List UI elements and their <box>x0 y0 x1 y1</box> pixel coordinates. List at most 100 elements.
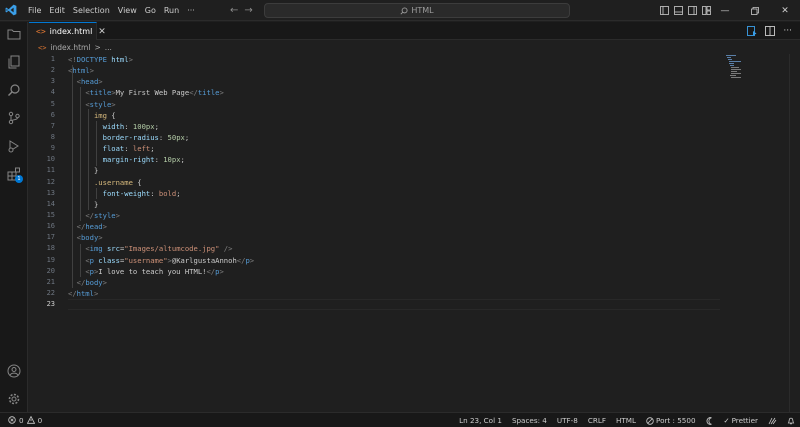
accounts-button[interactable] <box>0 359 28 383</box>
restore-icon <box>751 6 759 15</box>
back-arrow-icon[interactable]: ← <box>230 5 238 16</box>
breadcrumb-more[interactable]: ... <box>105 43 112 52</box>
code-line[interactable]: <head> <box>68 76 254 87</box>
navigation-arrows: ← → <box>230 0 253 21</box>
code-editor[interactable]: 1 2 3 4 5 6 7 8 9 10 11 12 13 14 15 16 1… <box>29 54 800 412</box>
account-icon <box>7 364 21 378</box>
menu-selection[interactable]: Selection <box>69 0 114 21</box>
line-number: 18 <box>46 244 55 253</box>
minimap[interactable] <box>726 54 756 84</box>
line-number: 19 <box>46 255 55 264</box>
problems-indicator[interactable]: 0 0 <box>0 416 42 425</box>
code-line[interactable]: } <box>68 165 254 176</box>
minimize-button[interactable]: — <box>710 0 740 21</box>
close-window-button[interactable]: ✕ <box>770 0 800 21</box>
notifications-button[interactable] <box>782 417 800 425</box>
code-line[interactable]: <body> <box>68 232 254 243</box>
activity-bar: 1 <box>0 22 28 412</box>
menu-more[interactable]: ··· <box>183 0 199 21</box>
code-line[interactable]: </style> <box>68 210 254 221</box>
code-line[interactable]: <p class="username">@KarlgustaAnnoh</p> <box>68 255 254 266</box>
feedback-button[interactable] <box>763 417 782 425</box>
prettier-status[interactable]: ✓ Prettier <box>719 416 763 425</box>
code-line[interactable]: <title>My First Web Page</title> <box>68 87 254 98</box>
more-actions-icon[interactable]: ··· <box>783 26 792 36</box>
search-view-button[interactable] <box>0 78 28 102</box>
explorer-button[interactable] <box>0 22 28 46</box>
indentation[interactable]: Spaces: 4 <box>507 416 552 425</box>
run-debug-button[interactable] <box>0 134 28 158</box>
code-content[interactable]: <!DOCTYPE html> <html> <head> <title>My F… <box>68 54 254 310</box>
toggle-primary-sidebar-icon[interactable] <box>660 6 669 15</box>
code-line[interactable]: .username { <box>68 177 254 188</box>
copy-explorer-button[interactable] <box>0 50 28 74</box>
port-icon <box>646 416 654 425</box>
menu-bar: File Edit Selection View Go Run ··· <box>24 0 199 21</box>
cursor-position[interactable]: Ln 23, Col 1 <box>454 416 507 425</box>
code-line[interactable]: font-weight: bold; <box>68 188 254 199</box>
close-icon[interactable]: ✕ <box>98 27 106 37</box>
code-line[interactable] <box>68 299 254 310</box>
line-number: 12 <box>46 177 55 186</box>
copilot-status[interactable] <box>701 416 719 425</box>
breadcrumb: <> index.html > ... <box>38 42 112 53</box>
code-line[interactable]: width: 100px; <box>68 121 254 132</box>
status-bar: 0 0 Ln 23, Col 1 Spaces: 4 UTF-8 CRLF HT… <box>0 412 800 427</box>
error-icon <box>8 416 16 424</box>
code-line[interactable]: img { <box>68 110 254 121</box>
source-control-button[interactable] <box>0 106 28 130</box>
line-number: 13 <box>46 188 55 197</box>
live-server-port[interactable]: Port : 5500 <box>641 416 701 425</box>
code-line[interactable]: <p>I love to teach you HTML!</p> <box>68 266 254 277</box>
end-of-line[interactable]: CRLF <box>583 416 611 425</box>
menu-file[interactable]: File <box>24 0 45 21</box>
code-line[interactable]: margin-right: 10px; <box>68 154 254 165</box>
run-debug-icon <box>8 140 19 153</box>
menu-run[interactable]: Run <box>160 0 183 21</box>
forward-arrow-icon[interactable]: → <box>244 5 252 16</box>
code-line[interactable]: <!DOCTYPE html> <box>68 54 254 65</box>
preview-icon[interactable] <box>747 26 757 36</box>
code-line[interactable]: <img src="Images/altumcode.jpg" /> <box>68 243 254 254</box>
vertical-scrollbar[interactable] <box>789 54 790 412</box>
toggle-secondary-sidebar-icon[interactable] <box>688 6 697 15</box>
layout-controls <box>660 0 711 21</box>
error-count: 0 <box>19 415 24 425</box>
menu-go[interactable]: Go <box>141 0 160 21</box>
breadcrumb-file[interactable]: index.html <box>50 43 90 52</box>
prettier-label: Prettier <box>731 416 758 425</box>
command-center-search[interactable]: HTML <box>264 3 570 18</box>
language-mode[interactable]: HTML <box>611 416 641 425</box>
code-line[interactable]: } <box>68 199 254 210</box>
code-line[interactable]: </head> <box>68 221 254 232</box>
warning-icon <box>26 416 35 424</box>
extensions-button[interactable]: 1 <box>0 162 28 186</box>
line-number: 22 <box>46 288 55 297</box>
files-icon <box>7 29 21 40</box>
split-editor-icon[interactable] <box>765 26 776 36</box>
code-line[interactable]: <style> <box>68 99 254 110</box>
manage-button[interactable] <box>0 387 28 411</box>
code-line[interactable]: border-radius: 50px; <box>68 132 254 143</box>
gear-icon <box>8 393 20 405</box>
tab-index-html[interactable]: <> index.html ✕ <box>29 22 106 40</box>
bell-icon <box>787 417 795 424</box>
extensions-badge: 1 <box>15 175 23 183</box>
restore-button[interactable] <box>740 0 770 21</box>
code-line[interactable]: </html> <box>68 288 254 299</box>
window-controls: — ✕ <box>710 0 800 21</box>
encoding[interactable]: UTF-8 <box>552 416 583 425</box>
menu-edit[interactable]: Edit <box>45 0 69 21</box>
menu-view[interactable]: View <box>114 0 141 21</box>
port-label: Port : 5500 <box>656 416 696 425</box>
line-number: 17 <box>46 233 55 242</box>
toggle-panel-icon[interactable] <box>674 6 683 15</box>
tab-bar: <> index.html ✕ ··· <box>29 22 800 40</box>
warning-count: 0 <box>37 415 43 425</box>
code-line[interactable]: <html> <box>68 65 254 76</box>
line-number: 7 <box>50 121 55 130</box>
code-line[interactable]: </body> <box>68 277 254 288</box>
code-line[interactable]: float: left; <box>68 143 254 154</box>
line-number: 1 <box>50 55 55 63</box>
editor-actions: ··· <box>747 22 792 40</box>
